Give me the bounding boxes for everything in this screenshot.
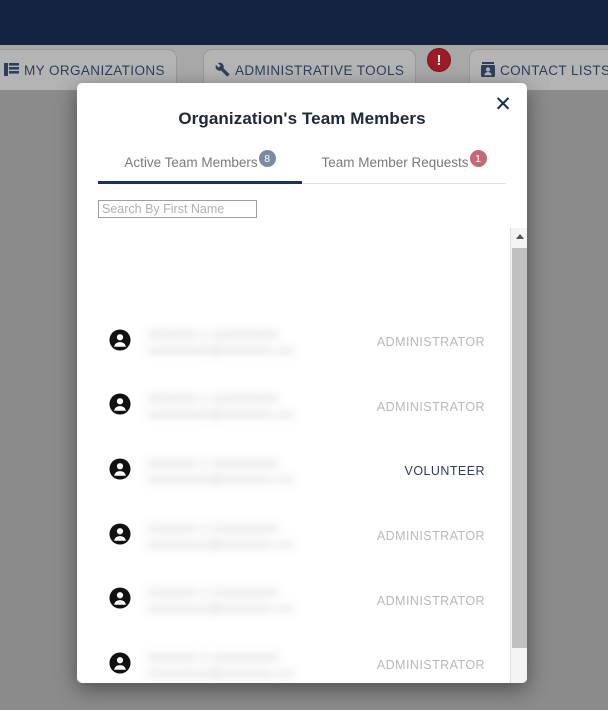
wrench-icon (215, 62, 230, 80)
member-list-viewport: XXXXXX X XXXXXXXX xxxxxxxxxxx@xxxxxxxxx.x… (77, 310, 527, 683)
member-row[interactable]: XXXXXX X XXXXXXXX xxxxxxxxxxx@xxxxxxxxx.x… (77, 375, 510, 440)
member-row[interactable]: XXXXXX X XXXXXXXX xxxxxxxxxxx@xxxxxxxxx.x… (77, 504, 510, 569)
scrollbar-thumb[interactable] (512, 248, 527, 648)
member-name: XXXXXX X XXXXXXXX (147, 327, 280, 342)
member-email: xxxxxxxxxxx@xxxxxxxxx.xxx (147, 538, 295, 551)
nav-tab-label: ADMINISTRATIVE TOOLS (235, 63, 405, 78)
tab-label: Active Team Members (124, 155, 258, 170)
tab-team-member-requests[interactable]: Team Member Requests 1 (302, 149, 506, 183)
member-role: ADMINISTRATOR (376, 335, 485, 350)
app-header-bar (0, 0, 608, 45)
avatar (109, 393, 147, 420)
avatar (109, 652, 147, 679)
close-icon[interactable]: ✕ (490, 91, 516, 117)
member-row[interactable]: XXXXXX X XXXXXXXX xxxxxxxxxxx@xxxxxxxxx.x… (77, 568, 510, 633)
member-email: xxxxxxxxxxx@xxxxxxxxx.xxx (147, 603, 295, 616)
member-list: XXXXXX X XXXXXXXX xxxxxxxxxxx@xxxxxxxxx.x… (77, 310, 510, 683)
member-role: ADMINISTRATOR (376, 593, 485, 608)
tab-count-badge: 8 (258, 150, 276, 167)
member-name: XXXXXX X XXXXXXXX (147, 456, 280, 471)
member-name: XXXXXX X XXXXXXXX (147, 586, 280, 601)
member-role: VOLUNTEER (404, 464, 485, 479)
member-role: ADMINISTRATOR (376, 658, 485, 673)
avatar-icon (109, 329, 131, 351)
member-role: ADMINISTRATOR (376, 529, 485, 544)
member-email: xxxxxxxxxxx@xxxxxxxxx.xxx (147, 667, 295, 680)
modal-tabs: Active Team Members 8 Team Member Reques… (98, 149, 506, 184)
list-icon (4, 62, 19, 79)
list-scrollbar[interactable] (510, 228, 527, 683)
avatar (109, 329, 147, 356)
alert-badge[interactable]: ! (427, 48, 451, 72)
avatar (109, 523, 147, 550)
member-identity: XXXXXX X XXXXXXXX xxxxxxxxxxx@xxxxxxxxx.x… (147, 522, 360, 551)
member-identity: XXXXXX X XXXXXXXX xxxxxxxxxxx@xxxxxxxxx.x… (147, 457, 360, 486)
member-identity: XXXXXX X XXXXXXXX xxxxxxxxxxx@xxxxxxxxx.x… (147, 586, 360, 615)
member-identity: XXXXXX X XXXXXXXX xxxxxxxxxxx@xxxxxxxxx.x… (147, 392, 360, 421)
avatar-icon (109, 523, 131, 545)
tab-label: Team Member Requests (321, 155, 469, 170)
tab-count-badge: 1 (469, 150, 487, 167)
member-role: ADMINISTRATOR (376, 399, 485, 414)
member-name: XXXXXX X XXXXXXXX (147, 650, 280, 665)
member-name: XXXXXX X XXXXXXXX (147, 392, 280, 407)
member-email: xxxxxxxxxxx@xxxxxxxxx.xxx (147, 409, 295, 422)
nav-tab-label: MY ORGANIZATIONS (24, 63, 165, 78)
member-name: XXXXXX X XXXXXXXX (147, 521, 280, 536)
search-input[interactable] (98, 200, 257, 218)
avatar (109, 458, 147, 485)
member-email: xxxxxxxxxxx@xxxxxxxxx.xxx (147, 473, 295, 486)
avatar-icon (109, 458, 131, 480)
member-row[interactable]: XXXXXX X XXXXXXXX xxxxxxxxxxx@xxxxxxxxx.x… (77, 633, 510, 683)
scroll-up-arrow-icon[interactable] (511, 228, 527, 245)
avatar-icon (109, 652, 131, 674)
member-row[interactable]: XXXXXX X XXXXXXXX xxxxxxxxxxx@xxxxxxxxx.x… (77, 439, 510, 504)
nav-tab-label: CONTACT LISTS (500, 63, 608, 78)
avatar-icon (109, 393, 131, 415)
search-row (77, 184, 527, 218)
member-identity: XXXXXX X XXXXXXXX xxxxxxxxxxx@xxxxxxxxx.x… (147, 328, 360, 357)
member-email: xxxxxxxxxxx@xxxxxxxxx.xxx (147, 344, 295, 357)
tab-active-team-members[interactable]: Active Team Members 8 (98, 149, 302, 184)
avatar-icon (109, 587, 131, 609)
avatar (109, 587, 147, 614)
contact-card-icon (481, 61, 495, 80)
page-title: Organization's Team Members (178, 109, 426, 128)
team-members-modal: ✕ Organization's Team Members Active Tea… (77, 83, 527, 683)
member-row[interactable]: XXXXXX X XXXXXXXX xxxxxxxxxxx@xxxxxxxxx.x… (77, 310, 510, 375)
member-identity: XXXXXX X XXXXXXXX xxxxxxxxxxx@xxxxxxxxx.x… (147, 651, 360, 680)
